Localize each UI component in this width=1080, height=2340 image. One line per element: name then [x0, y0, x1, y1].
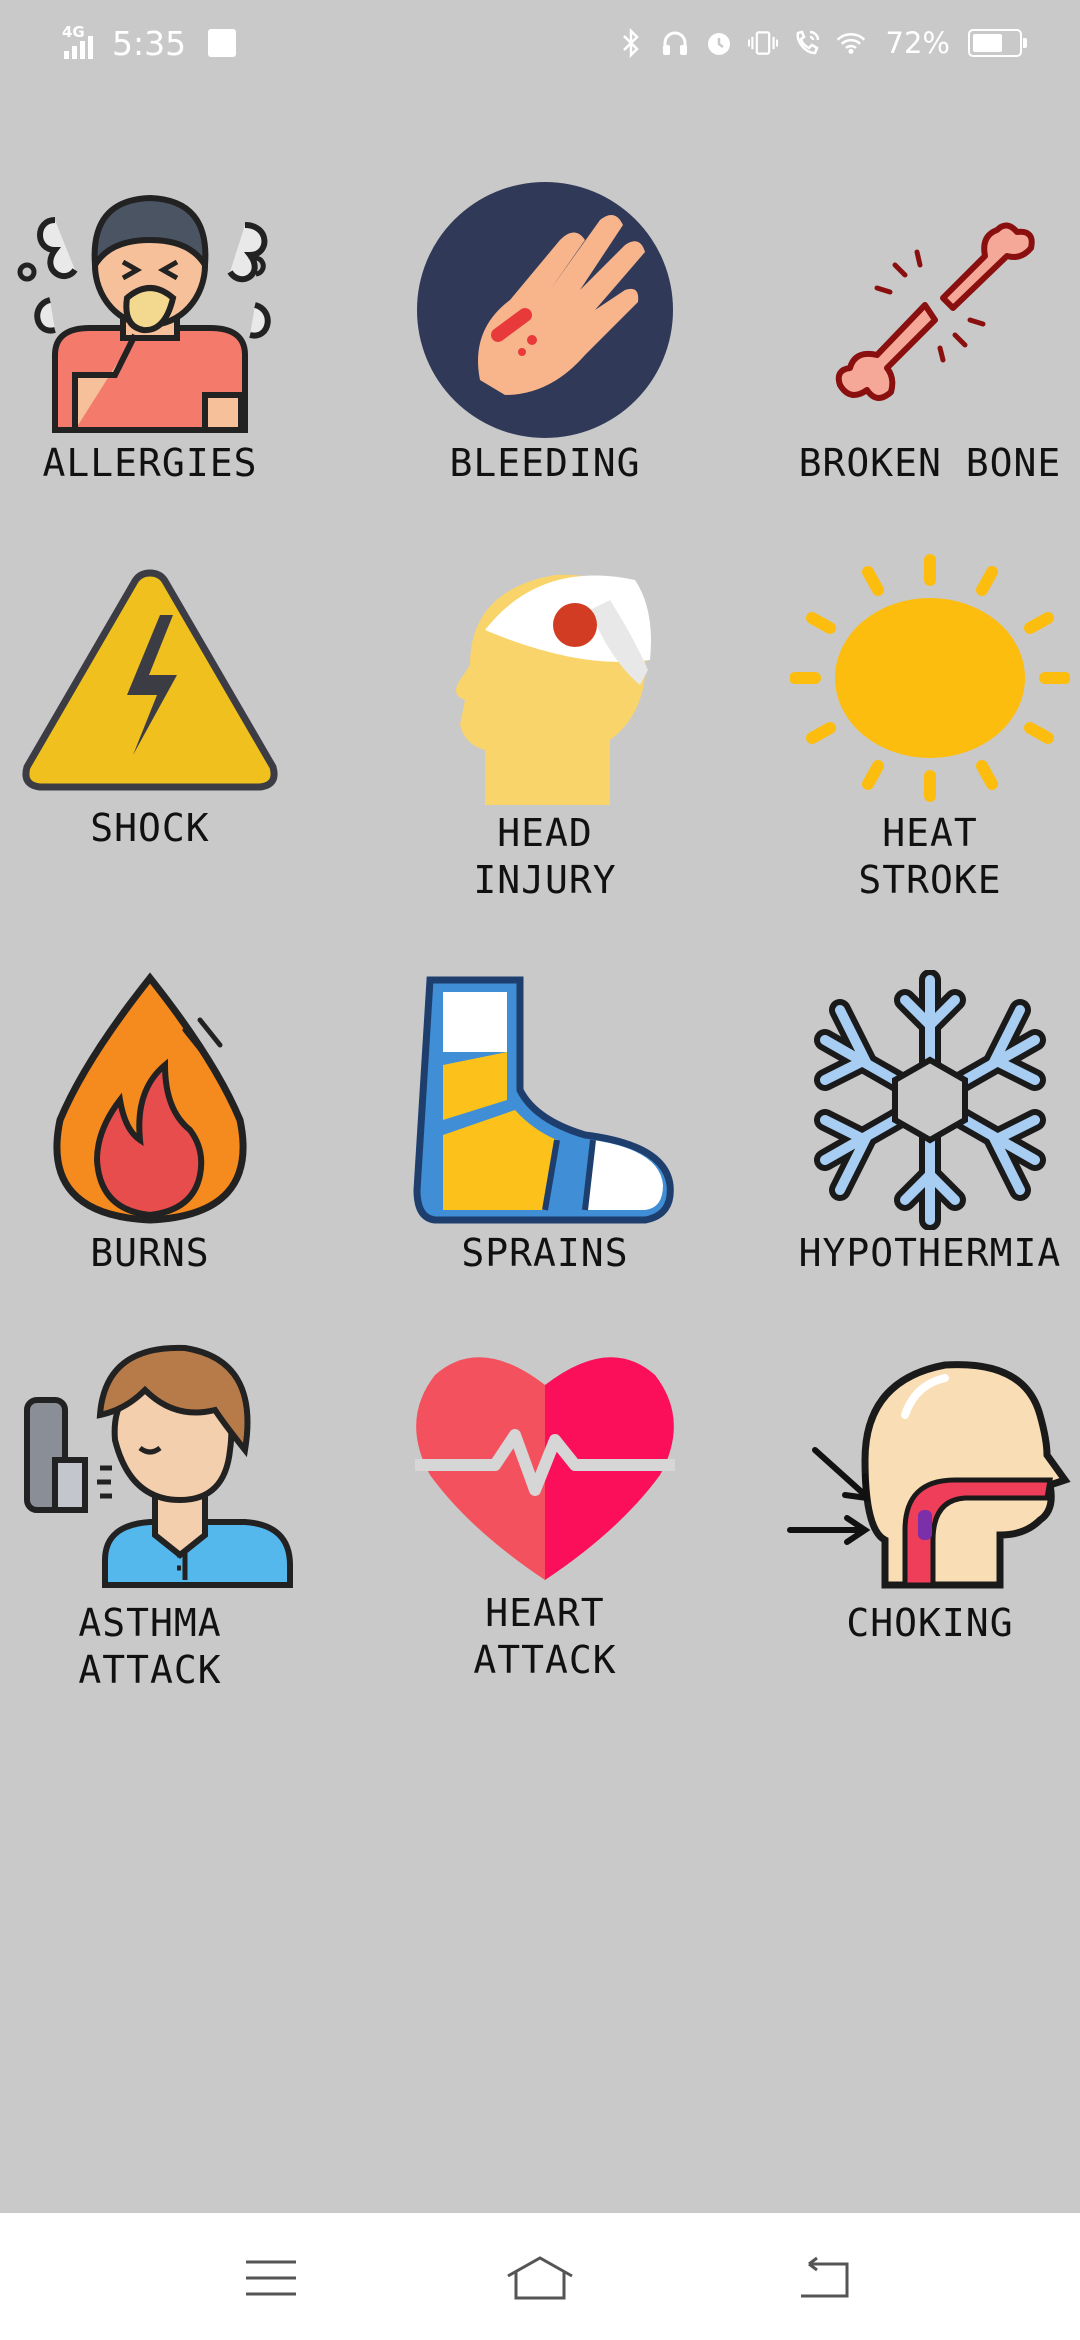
bleeding-hand-icon [417, 182, 673, 438]
alarm-icon [704, 25, 734, 61]
navigation-bar [0, 2213, 1080, 2340]
bluetooth-icon [616, 25, 646, 61]
electric-shock-icon [22, 569, 278, 791]
tile-allergies[interactable]: ALLERGIES [0, 180, 330, 487]
head-injury-icon [456, 574, 651, 805]
back-icon [801, 2256, 849, 2298]
tile-label: ALLERGIES [42, 441, 258, 485]
network-type: 4G [62, 23, 85, 41]
inhaler-person-icon [24, 1344, 293, 1588]
tile-burns[interactable]: BURNS [0, 970, 330, 1277]
tile-head-injury[interactable]: HEAD INJURY [365, 550, 725, 904]
fire-drop-icon [53, 972, 247, 1224]
clock: 5:35 [112, 23, 187, 63]
tile-label: BURNS [90, 1231, 210, 1275]
notification-icon [208, 29, 237, 57]
vibrate-icon [747, 25, 778, 61]
tile-label: HEAT STROKE [858, 811, 1002, 902]
tile-heat-stroke[interactable]: HEAT STROKE [750, 550, 1080, 904]
snowflake-icon [814, 970, 1046, 1230]
menu-icon [246, 2260, 296, 2296]
wifi-icon [836, 25, 866, 61]
tile-hypothermia[interactable]: HYPOTHERMIA [750, 970, 1080, 1277]
tile-label: BROKEN BONE [798, 441, 1062, 485]
tile-label: BLEEDING [449, 441, 641, 485]
heartbeat-icon [415, 1357, 675, 1580]
bandaged-foot-icon [413, 976, 674, 1224]
tile-label: HEAD INJURY [473, 811, 617, 902]
wifi-calling-icon [792, 25, 822, 61]
home-button[interactable] [500, 2243, 580, 2313]
tile-sprains[interactable]: SPRAINS [365, 970, 725, 1277]
status-bar: 4G 5:35 72% [0, 0, 1080, 84]
throat-icon [787, 1361, 1071, 1589]
tile-asthma-attack[interactable]: ASTHMA ATTACK [0, 1340, 330, 1694]
tile-bleeding[interactable]: BLEEDING [365, 180, 725, 487]
battery-percent: 72% [885, 26, 950, 60]
headphones-icon [660, 25, 690, 61]
tile-label: ASTHMA ATTACK [78, 1601, 222, 1692]
cellular-signal-icon: 4G [62, 23, 104, 63]
sun-icon [790, 554, 1070, 802]
tile-label: SHOCK [90, 806, 210, 850]
home-icon [507, 2256, 573, 2300]
tile-heart-attack[interactable]: HEART ATTACK [365, 1340, 725, 1684]
tile-broken-bone[interactable]: BROKEN BONE [750, 180, 1080, 487]
tile-label: HYPOTHERMIA [798, 1231, 1062, 1275]
tile-label: HEART ATTACK [473, 1591, 617, 1682]
back-button[interactable] [783, 2243, 863, 2313]
broken-bone-icon [835, 222, 1035, 401]
tile-label: SPRAINS [461, 1231, 629, 1275]
tile-shock[interactable]: SHOCK [0, 555, 330, 852]
tile-choking[interactable]: CHOKING [750, 1340, 1080, 1647]
battery-icon [968, 29, 1027, 57]
tile-label: CHOKING [846, 1601, 1014, 1645]
menu-button[interactable] [231, 2243, 311, 2313]
allergies-icon [17, 194, 271, 433]
